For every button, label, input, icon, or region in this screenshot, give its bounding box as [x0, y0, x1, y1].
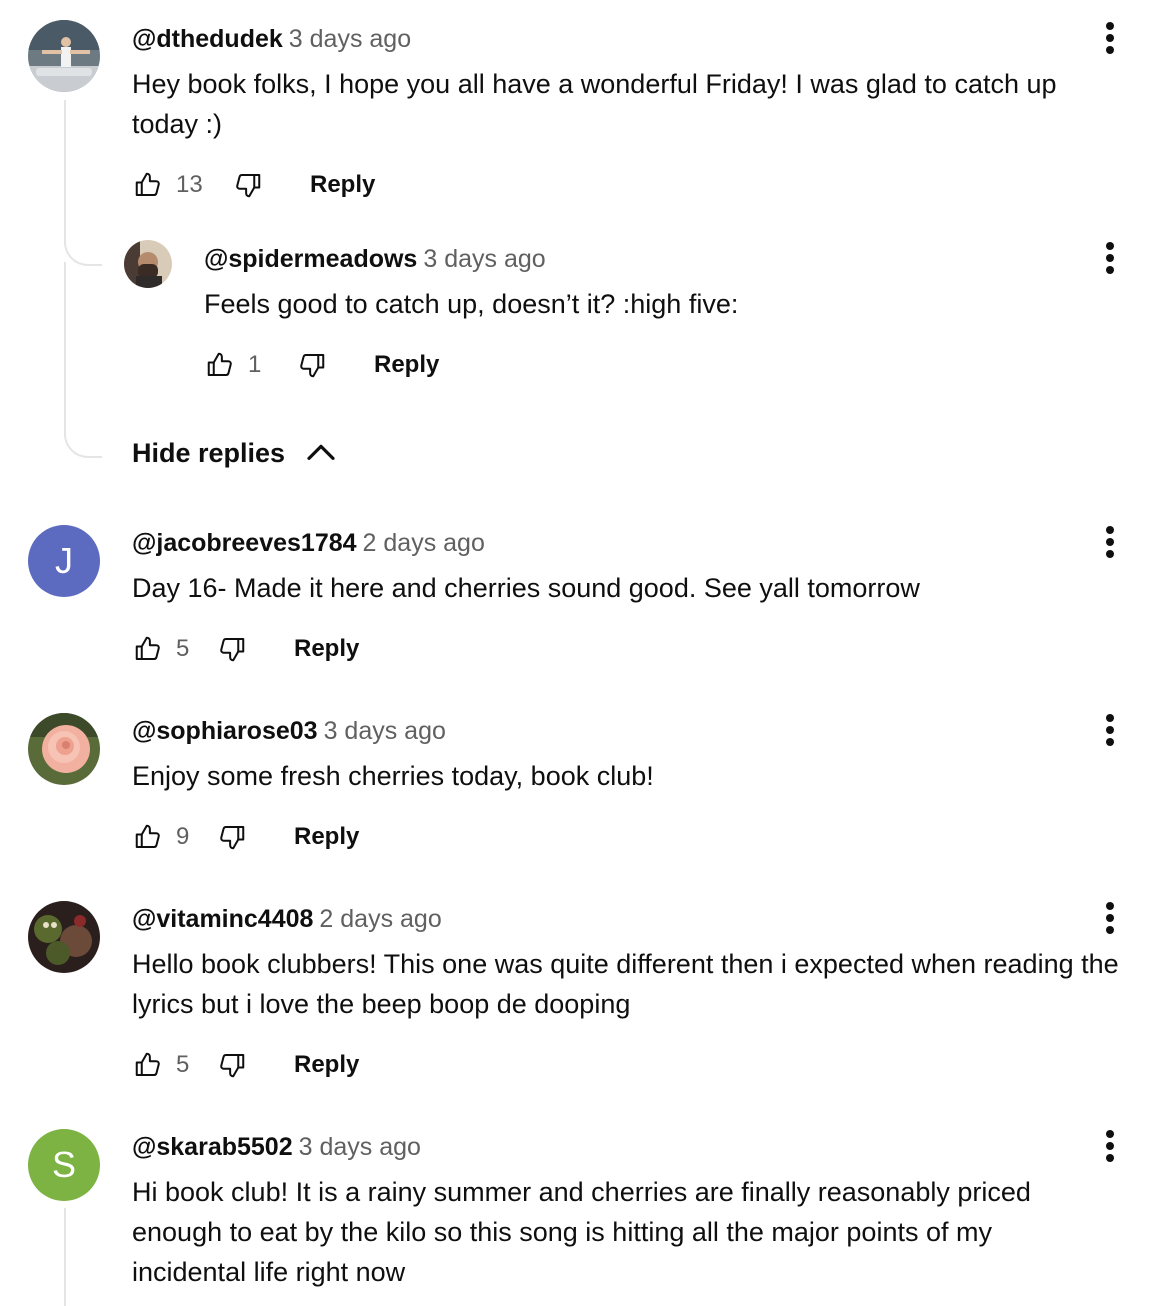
reply-button[interactable]: Reply	[294, 1051, 359, 1079]
thumbs-down-icon[interactable]	[214, 1047, 250, 1083]
chevron-up-icon	[305, 437, 337, 469]
thumbs-up-icon[interactable]	[130, 631, 166, 667]
comment-text: Enjoy some fresh cherries today, book cl…	[132, 761, 654, 791]
comment-timestamp[interactable]: 3 days ago	[289, 25, 411, 53]
comment-timestamp[interactable]: 3 days ago	[423, 245, 545, 273]
more-vert-icon[interactable]	[1100, 522, 1120, 562]
thumbs-up-icon[interactable]	[202, 347, 238, 383]
more-vert-icon[interactable]	[1100, 238, 1120, 278]
reply-button[interactable]: Reply	[294, 823, 359, 851]
thumbs-down-icon[interactable]	[214, 631, 250, 667]
reply-button[interactable]: Reply	[310, 171, 375, 199]
thread-connector	[64, 380, 102, 458]
comment-text: Hi book club! It is a rainy summer and c…	[132, 1177, 1031, 1287]
comment-timestamp[interactable]: 2 days ago	[363, 529, 485, 557]
comment-author-line: @vitaminc4408 2 days ago	[132, 904, 442, 934]
comment-text: Hello book clubbers! This one was quite …	[132, 949, 1119, 1019]
comment-timestamp[interactable]: 3 days ago	[324, 717, 446, 745]
avatar[interactable]: S	[28, 1129, 100, 1201]
author-handle[interactable]: @jacobreeves1784	[132, 529, 357, 557]
more-vert-icon[interactable]	[1100, 18, 1120, 58]
author-handle[interactable]: @dthedudek	[132, 25, 283, 53]
more-vert-icon[interactable]	[1100, 710, 1120, 750]
comment-timestamp[interactable]: 2 days ago	[319, 905, 441, 933]
comment-author-line: @dthedudek 3 days ago	[132, 24, 411, 54]
comment-actions: 5 Reply	[130, 1045, 359, 1085]
thumbs-down-icon[interactable]	[214, 819, 250, 855]
comment-actions: 13 Reply	[130, 165, 375, 205]
thread-line	[64, 1208, 66, 1306]
avatar-letter: S	[51, 1144, 76, 1185]
author-handle[interactable]: @skarab5502	[132, 1133, 293, 1161]
thread-connector	[64, 218, 102, 266]
avatar[interactable]: J	[28, 525, 100, 597]
comment-actions: 1 Reply	[202, 345, 439, 385]
like-count: 1	[248, 351, 262, 378]
avatar[interactable]	[28, 713, 100, 785]
author-handle[interactable]: @vitaminc4408	[132, 905, 313, 933]
thumbs-up-icon[interactable]	[130, 1047, 166, 1083]
thread-line	[64, 262, 66, 382]
more-vert-icon[interactable]	[1100, 1126, 1120, 1166]
comment-text: Hey book folks, I hope you all have a wo…	[132, 69, 1057, 139]
comment-author-line: @jacobreeves1784 2 days ago	[132, 528, 485, 558]
comment-author-line: @skarab5502 3 days ago	[132, 1132, 421, 1162]
reply-button[interactable]: Reply	[374, 351, 439, 379]
avatar[interactable]	[28, 20, 100, 92]
thumbs-up-icon[interactable]	[130, 819, 166, 855]
avatar-letter: J	[55, 540, 73, 581]
comment-text: Feels good to catch up, doesn’t it? :hig…	[204, 289, 739, 319]
reply-button[interactable]: Reply	[294, 635, 359, 663]
author-handle[interactable]: @sophiarose03	[132, 717, 318, 745]
avatar[interactable]	[28, 901, 100, 973]
thumbs-up-icon[interactable]	[130, 167, 166, 203]
like-count: 13	[176, 171, 203, 198]
hide-replies-label: Hide replies	[132, 437, 286, 468]
comment-actions: 5 Reply	[130, 629, 359, 669]
avatar[interactable]	[124, 240, 172, 288]
comment-timestamp[interactable]: 3 days ago	[299, 1133, 421, 1161]
thread-line	[64, 100, 66, 220]
more-vert-icon[interactable]	[1100, 898, 1120, 938]
hide-replies-button[interactable]: Hide replies	[132, 437, 337, 469]
comment-author-line: @sophiarose03 3 days ago	[132, 716, 446, 746]
comment-actions: 9 Reply	[130, 817, 359, 857]
author-handle[interactable]: @spidermeadows	[204, 245, 417, 273]
thumbs-down-icon[interactable]	[294, 347, 330, 383]
thumbs-down-icon[interactable]	[230, 167, 266, 203]
comment-author-line: @spidermeadows 3 days ago	[204, 244, 546, 274]
comment-text: Day 16- Made it here and cherries sound …	[132, 573, 920, 603]
